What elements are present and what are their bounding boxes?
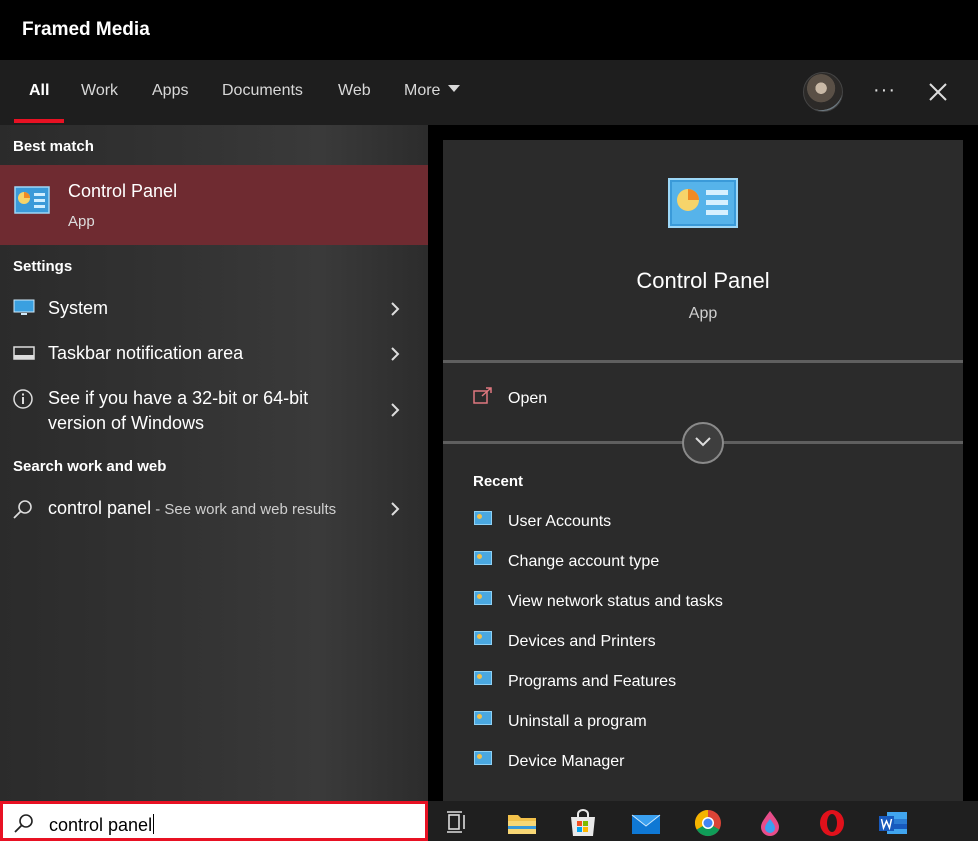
- recent-header: Recent: [473, 473, 524, 490]
- recent-item-label: User Accounts: [508, 513, 612, 530]
- recent-item[interactable]: User Accounts: [473, 508, 933, 538]
- control-panel-icon: [14, 186, 50, 214]
- recent-item-label: Uninstall a program: [508, 713, 647, 730]
- microsoft-store-icon[interactable]: [567, 809, 599, 837]
- control-panel-icon: [474, 551, 492, 565]
- web-result-label: control panel - See work and web results: [48, 496, 336, 522]
- recent-item-label: Devices and Printers: [508, 633, 656, 650]
- recent-item[interactable]: Devices and Printers: [473, 628, 933, 658]
- settings-item-label: System: [48, 298, 109, 318]
- settings-item-label-line1: See if you have a 32-bit or 64-bit: [48, 388, 309, 408]
- control-panel-icon: [668, 178, 738, 228]
- web-search-result[interactable]: control panel - See work and web results: [0, 490, 428, 528]
- recent-item[interactable]: Change account type: [473, 548, 933, 578]
- settings-item-label: See if you have a 32-bit or 64-bit versi…: [48, 386, 308, 436]
- search-filter-tabs: All Work Apps Documents Web More ···: [0, 60, 978, 125]
- chevron-down-icon: [695, 437, 711, 447]
- settings-item-label: Taskbar notification area: [48, 343, 244, 363]
- monitor-icon: [13, 299, 35, 315]
- ellipsis-icon[interactable]: ···: [873, 79, 896, 102]
- tab-more[interactable]: More: [404, 82, 461, 100]
- tab-more-label: More: [404, 82, 441, 99]
- taskbar: control panel: [0, 801, 978, 841]
- best-match-header: Best match: [13, 138, 94, 155]
- word-icon[interactable]: [877, 809, 909, 837]
- task-view-icon[interactable]: [444, 809, 476, 837]
- mail-icon[interactable]: [630, 809, 662, 837]
- close-icon[interactable]: [926, 80, 950, 104]
- tab-all[interactable]: All: [29, 82, 49, 100]
- active-tab-indicator: [14, 119, 64, 123]
- tab-work[interactable]: Work: [81, 82, 118, 100]
- chevron-right-icon: [391, 347, 400, 361]
- settings-item-system[interactable]: System: [0, 290, 428, 328]
- web-result-query: control panel: [48, 498, 152, 518]
- settings-header: Settings: [13, 258, 73, 275]
- control-panel-icon: [474, 671, 492, 685]
- recent-item-label: Device Manager: [508, 753, 625, 770]
- tab-documents[interactable]: Documents: [222, 82, 303, 100]
- info-icon: [13, 389, 33, 409]
- web-result-suffix: - See work and web results: [151, 501, 337, 518]
- search-icon: [13, 500, 32, 519]
- opera-icon[interactable]: [816, 809, 848, 837]
- open-label: Open: [508, 390, 548, 407]
- recent-item[interactable]: Programs and Features: [473, 668, 933, 698]
- best-match-title: Control Panel: [68, 181, 178, 201]
- control-panel-icon: [474, 751, 492, 765]
- tab-web[interactable]: Web: [338, 82, 371, 100]
- settings-item-taskbar[interactable]: Taskbar notification area: [0, 335, 428, 373]
- control-panel-icon: [474, 511, 492, 525]
- user-avatar[interactable]: [803, 72, 843, 112]
- recent-item[interactable]: Device Manager: [473, 748, 933, 778]
- divider: [443, 360, 963, 363]
- preview-title: Control Panel: [636, 268, 770, 293]
- taskbar-icon: [13, 346, 35, 360]
- control-panel-icon: [474, 591, 492, 605]
- recent-item-label: Change account type: [508, 553, 660, 570]
- results-pane: Best match Control Panel App Settings Sy…: [0, 125, 428, 801]
- settings-item-32-64-bit[interactable]: See if you have a 32-bit or 64-bit versi…: [0, 380, 428, 440]
- paint-3d-icon[interactable]: [754, 809, 786, 837]
- chrome-icon[interactable]: [692, 809, 724, 837]
- control-panel-icon: [474, 631, 492, 645]
- open-external-icon: [473, 387, 492, 404]
- taskbar-search-box[interactable]: control panel: [0, 801, 428, 841]
- control-panel-icon: [474, 711, 492, 725]
- preview-pane: Control Panel App Open Recent User Accou…: [443, 140, 963, 801]
- search-input[interactable]: control panel: [49, 814, 155, 836]
- chevron-right-icon: [391, 502, 400, 516]
- title-bar: Framed Media: [0, 0, 978, 60]
- settings-item-label-line2: version of Windows: [48, 413, 205, 433]
- open-action[interactable]: Open: [443, 375, 963, 421]
- chevron-right-icon: [391, 403, 400, 417]
- search-icon: [14, 814, 33, 833]
- recent-item-label: Programs and Features: [508, 673, 677, 690]
- best-match-result[interactable]: Control Panel App: [0, 165, 428, 245]
- recent-item-label: View network status and tasks: [508, 593, 723, 610]
- tab-apps[interactable]: Apps: [152, 82, 188, 100]
- preview-subtitle: App: [688, 305, 718, 322]
- search-input-value: control panel: [49, 815, 153, 835]
- chevron-right-icon: [391, 302, 400, 316]
- expand-button[interactable]: [682, 422, 724, 464]
- text-caret: [153, 814, 155, 834]
- best-match-subtitle: App: [68, 213, 95, 230]
- caret-down-icon: [448, 85, 461, 93]
- app-title: Framed Media: [22, 19, 150, 40]
- search-work-web-header: Search work and web: [13, 458, 167, 475]
- file-explorer-icon[interactable]: [506, 809, 538, 837]
- recent-item[interactable]: Uninstall a program: [473, 708, 933, 738]
- recent-item[interactable]: View network status and tasks: [473, 588, 933, 618]
